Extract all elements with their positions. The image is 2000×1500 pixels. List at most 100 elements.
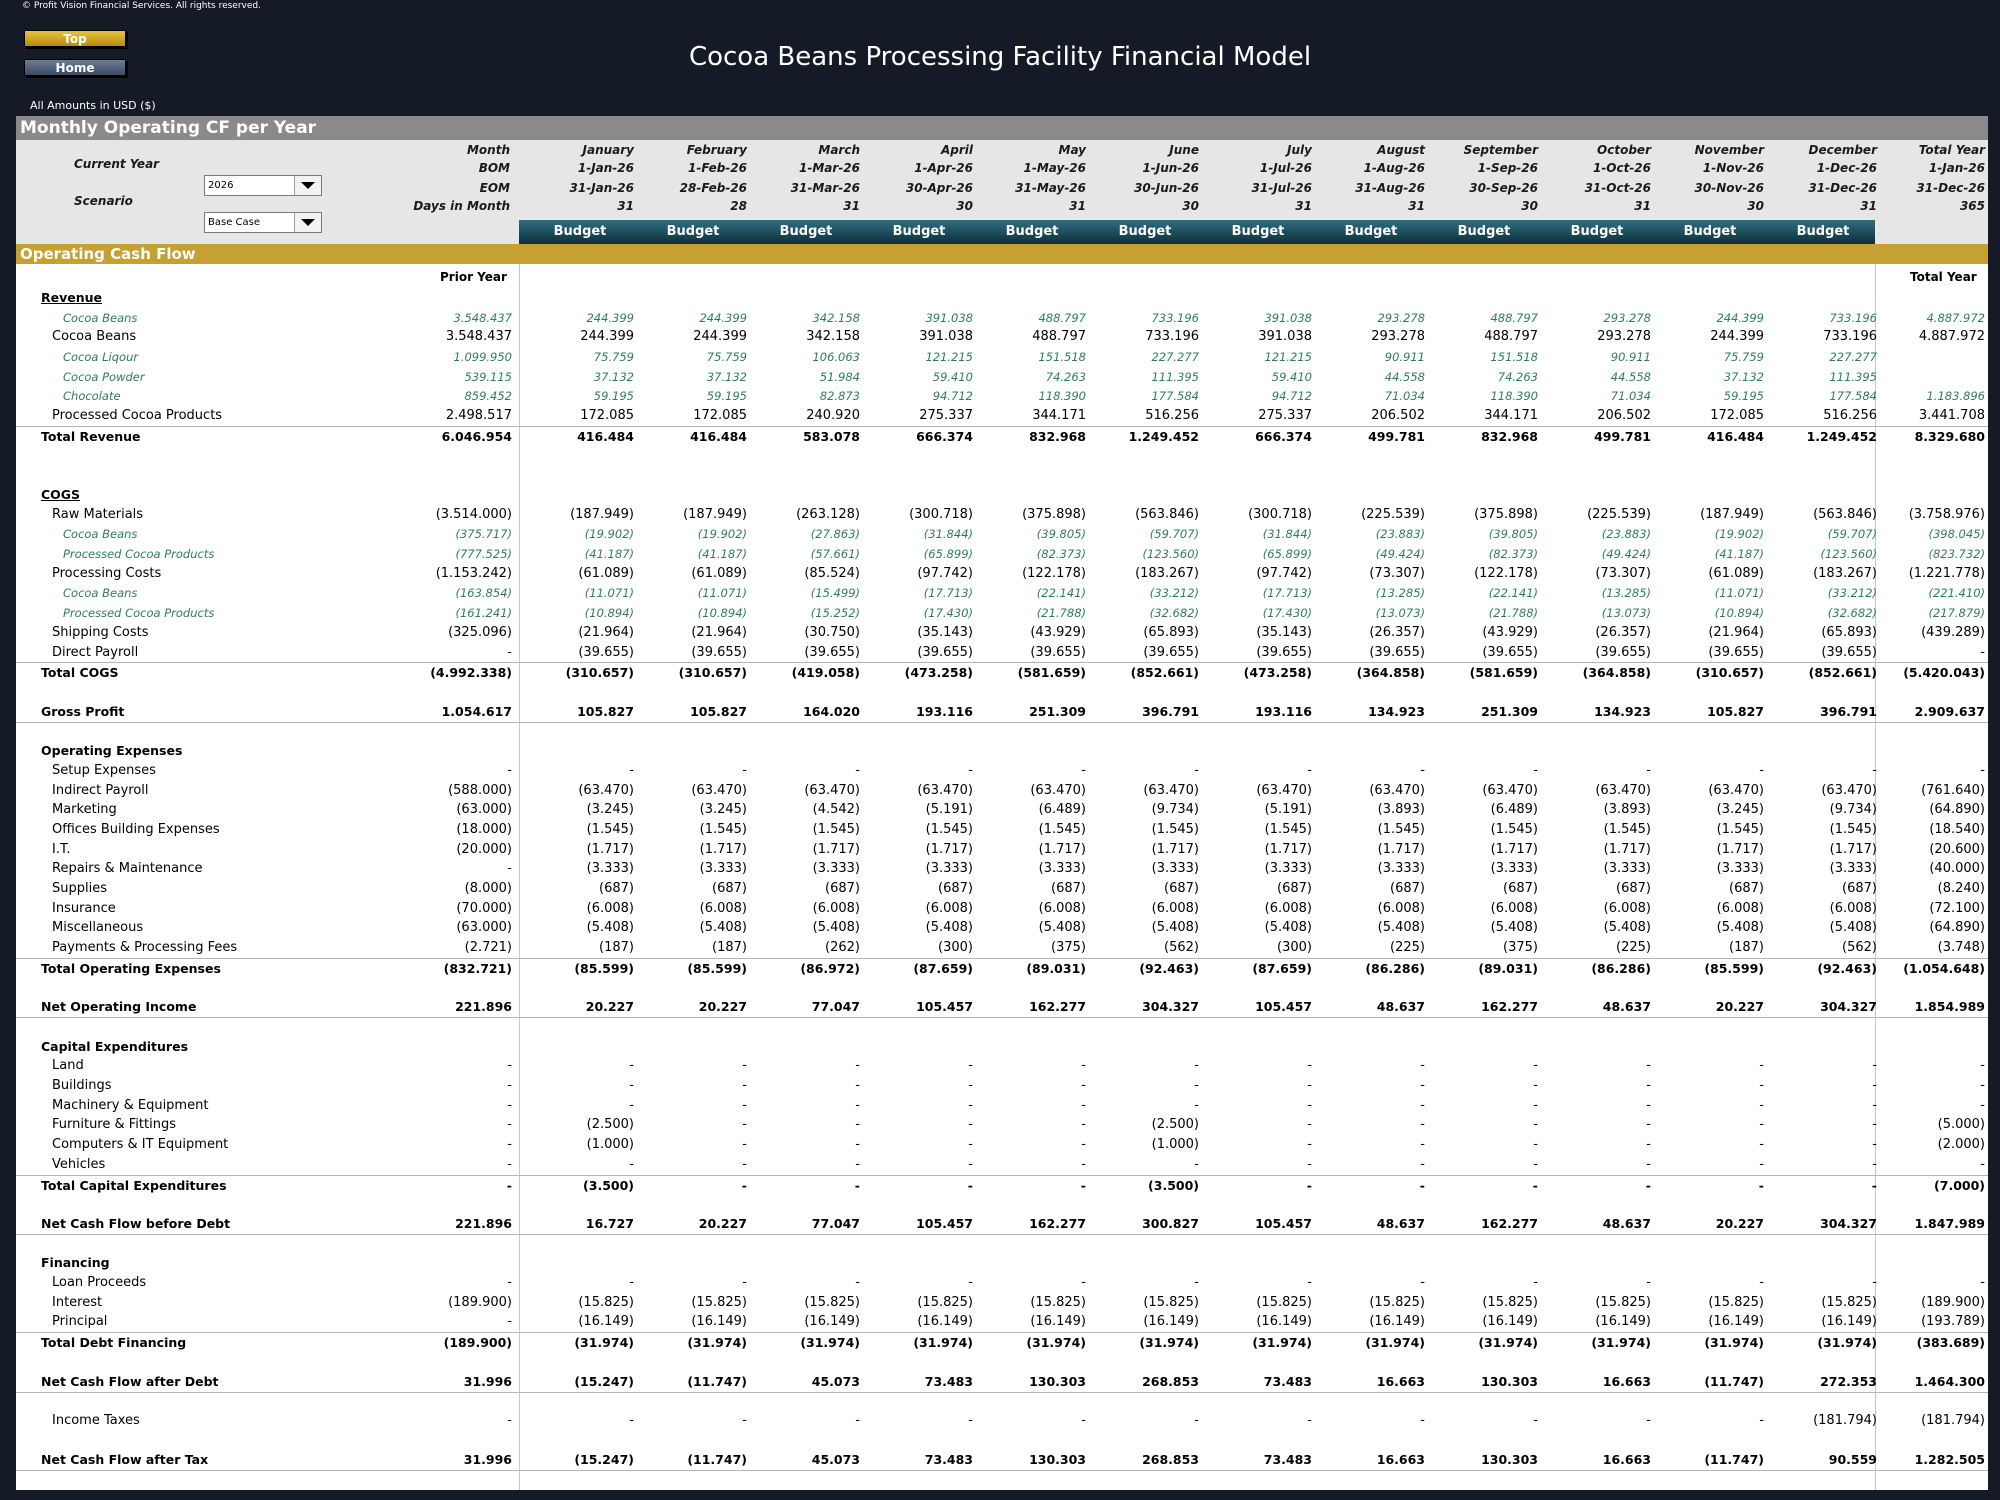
month-cell: 16.663 (1376, 1374, 1425, 1389)
month-cell: - (968, 1275, 973, 1290)
month-cell: - (968, 1078, 973, 1093)
month-cell: (10.894) (584, 606, 634, 620)
month-cell: (10.894) (1714, 606, 1764, 620)
total-year-cell: (1.054.648) (1903, 961, 1985, 976)
scenario-dropdown[interactable]: Base Case (204, 212, 322, 233)
month-cell: (30.750) (804, 625, 860, 640)
month-cell: (39.655) (1595, 645, 1651, 660)
month-cell: - (1646, 1078, 1651, 1093)
month-cell: - (1307, 1157, 1312, 1172)
month-cell: (4.542) (812, 802, 860, 817)
month-cell: (187) (1729, 940, 1764, 955)
month-cell: - (855, 1098, 860, 1113)
month-cell: (225) (1616, 940, 1651, 955)
month-header-days: 30 (1747, 199, 1764, 213)
total-year-cell: (439.289) (1921, 625, 1985, 640)
month-cell: (6.008) (1603, 901, 1651, 916)
month-cell: (687) (599, 881, 634, 896)
month-cell: (6.008) (925, 901, 973, 916)
month-cell: (19.902) (584, 527, 634, 541)
month-cell: (16.149) (1030, 1314, 1086, 1329)
month-cell: (59.707) (1827, 527, 1877, 541)
month-cell: 293.278 (1603, 311, 1651, 325)
month-cell: (5.408) (1038, 920, 1086, 935)
month-cell: (33.212) (1827, 586, 1877, 600)
row-label: Computers & IT Equipment (52, 1137, 229, 1152)
month-cell: - (1759, 1137, 1764, 1152)
month-cell: (39.655) (1482, 645, 1538, 660)
month-cell: - (855, 1058, 860, 1073)
month-cell: (187.949) (570, 507, 634, 522)
month-cell: 304.327 (1820, 999, 1877, 1014)
total-year-cell: (181.794) (1921, 1413, 1985, 1428)
month-cell: 268.853 (1142, 1374, 1199, 1389)
row-label: Processed Cocoa Products (63, 606, 215, 620)
month-cell: 162.277 (1481, 1216, 1538, 1231)
month-cell: (65.893) (1821, 625, 1877, 640)
table-row: I.T. (20.000) (1.717) (1.717) (1.717) (1.717)… (16, 840, 1988, 860)
budget-label: Budget (892, 224, 946, 239)
month-cell: 134.923 (1368, 704, 1425, 719)
current-year-dropdown[interactable]: 2026 (204, 175, 322, 196)
month-header-eom: 30-Jun-26 (1134, 181, 1199, 195)
month-cell: (1.545) (1377, 822, 1425, 837)
month-cell: 733.196 (1145, 329, 1199, 344)
month-cell: 130.303 (1481, 1452, 1538, 1467)
total-header-bom: 1-Jan-26 (1928, 161, 1985, 175)
row-label: I.T. (52, 842, 71, 857)
month-cell: (86.972) (800, 961, 860, 976)
month-cell: 20.227 (1715, 999, 1764, 1014)
month-cell: 48.637 (1376, 1216, 1425, 1231)
month-cell: (65.893) (1143, 625, 1199, 640)
month-cell: (39.655) (917, 645, 973, 660)
month-cell: (3.333) (812, 861, 860, 876)
month-cell: - (1420, 1058, 1425, 1073)
month-cell: 45.073 (811, 1452, 860, 1467)
month-cell: (41.187) (584, 547, 634, 561)
page-title: Cocoa Beans Processing Facility Financia… (688, 42, 1312, 72)
month-header-eom: 31-Aug-26 (1355, 181, 1425, 195)
budget-label: Budget (779, 224, 833, 239)
prior-year-cell: - (507, 763, 512, 778)
month-cell: (85.524) (804, 566, 860, 581)
month-cell: 733.196 (1151, 311, 1199, 325)
month-cell: (187.949) (1700, 507, 1764, 522)
month-cell: - (629, 1275, 634, 1290)
prior-year-cell: (4.992.338) (430, 665, 512, 680)
month-cell: - (1872, 1078, 1877, 1093)
month-cell: (19.902) (1714, 527, 1764, 541)
row-label: Offices Building Expenses (52, 822, 220, 837)
row-label: Total Capital Expenditures (41, 1178, 227, 1193)
month-cell: - (1307, 1137, 1312, 1152)
month-cell: 90.911 (1610, 350, 1651, 364)
month-cell: 94.712 (1271, 389, 1312, 403)
month-header-bom: 1-Sep-26 (1477, 161, 1538, 175)
month-cell: - (1307, 1413, 1312, 1428)
month-cell: - (1081, 1157, 1086, 1172)
month-cell: (225) (1390, 940, 1425, 955)
month-cell: (364.858) (1356, 665, 1425, 680)
table-row: Cocoa Powder 539.115 37.132 37.132 51.984 59.… (16, 367, 1988, 387)
month-cell: (581.659) (1017, 665, 1086, 680)
month-cell: (1.545) (1038, 822, 1086, 837)
month-cell: (19.902) (697, 527, 747, 541)
month-cell: 396.791 (1820, 704, 1877, 719)
month-cell: 45.073 (811, 1374, 860, 1389)
prior-year-cell: - (507, 1058, 512, 1073)
month-cell: 20.227 (1715, 1216, 1764, 1231)
month-cell: (1.000) (586, 1137, 634, 1152)
month-cell: (3.500) (583, 1178, 634, 1193)
month-cell: 151.518 (1038, 350, 1086, 364)
month-cell: (65.899) (923, 547, 973, 561)
month-cell: - (1872, 1058, 1877, 1073)
month-cell: (687) (1277, 881, 1312, 896)
row-label: Net Cash Flow after Tax (41, 1452, 209, 1467)
month-cell: (41.187) (697, 547, 747, 561)
month-cell: - (1306, 1178, 1312, 1193)
month-cell: (187) (599, 940, 634, 955)
month-cell: (39.655) (1143, 645, 1199, 660)
month-cell: (15.825) (1256, 1295, 1312, 1310)
total-year-cell: (40.000) (1929, 861, 1985, 876)
month-header-eom: 31-Dec-26 (1808, 181, 1877, 195)
month-cell: 344.171 (1032, 408, 1086, 423)
